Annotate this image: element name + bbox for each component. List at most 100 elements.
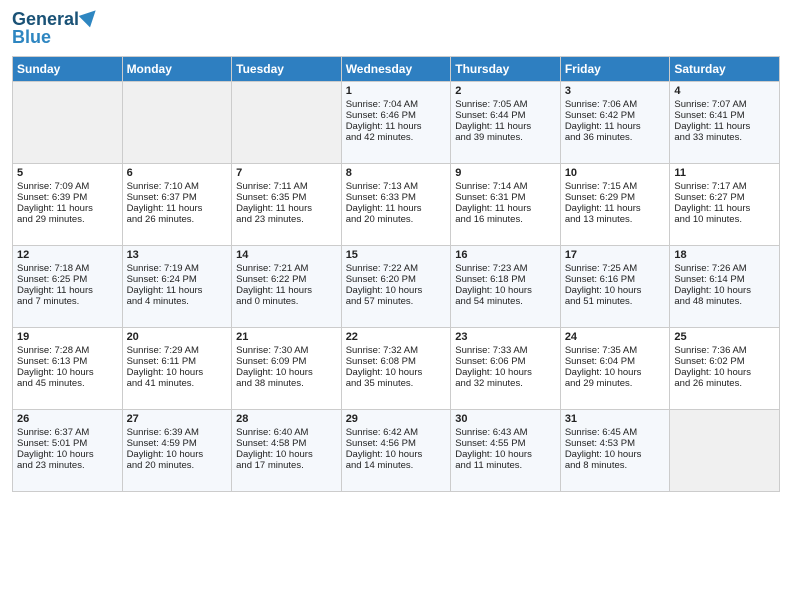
calendar-cell: 25Sunrise: 7:36 AMSunset: 6:02 PMDayligh… xyxy=(670,327,780,409)
day-info: Sunset: 6:25 PM xyxy=(17,274,118,285)
day-info: Sunrise: 7:32 AM xyxy=(346,345,447,356)
day-info: Daylight: 11 hours xyxy=(565,121,666,132)
day-info: Sunset: 6:42 PM xyxy=(565,110,666,121)
day-info: and 13 minutes. xyxy=(565,214,666,225)
day-info: Daylight: 10 hours xyxy=(236,449,337,460)
day-info: Sunset: 6:11 PM xyxy=(127,356,228,367)
logo-blue: Blue xyxy=(12,28,98,48)
day-info: Sunset: 4:59 PM xyxy=(127,438,228,449)
day-info: Sunrise: 7:15 AM xyxy=(565,181,666,192)
day-info: Daylight: 11 hours xyxy=(17,285,118,296)
day-info: Daylight: 10 hours xyxy=(17,367,118,378)
day-info: Daylight: 10 hours xyxy=(346,285,447,296)
week-row-1: 5Sunrise: 7:09 AMSunset: 6:39 PMDaylight… xyxy=(13,163,780,245)
day-info: and 23 minutes. xyxy=(17,460,118,471)
day-info: Sunrise: 6:37 AM xyxy=(17,427,118,438)
day-number: 17 xyxy=(565,249,666,261)
day-info: and 54 minutes. xyxy=(455,296,556,307)
day-info: Sunset: 6:04 PM xyxy=(565,356,666,367)
weekday-header-monday: Monday xyxy=(122,56,232,81)
week-row-0: 1Sunrise: 7:04 AMSunset: 6:46 PMDaylight… xyxy=(13,81,780,163)
calendar-cell: 6Sunrise: 7:10 AMSunset: 6:37 PMDaylight… xyxy=(122,163,232,245)
day-info: Sunset: 6:41 PM xyxy=(674,110,775,121)
day-info: Daylight: 11 hours xyxy=(346,203,447,214)
day-info: and 42 minutes. xyxy=(346,132,447,143)
day-info: Daylight: 11 hours xyxy=(236,203,337,214)
day-number: 26 xyxy=(17,413,118,425)
day-info: Sunrise: 7:10 AM xyxy=(127,181,228,192)
day-info: Sunrise: 7:30 AM xyxy=(236,345,337,356)
day-info: Daylight: 10 hours xyxy=(455,367,556,378)
day-info: Sunrise: 7:33 AM xyxy=(455,345,556,356)
day-info: Daylight: 10 hours xyxy=(565,449,666,460)
day-info: and 14 minutes. xyxy=(346,460,447,471)
day-info: Daylight: 10 hours xyxy=(674,367,775,378)
day-info: Sunset: 6:35 PM xyxy=(236,192,337,203)
day-info: Daylight: 10 hours xyxy=(455,449,556,460)
day-info: Sunset: 6:20 PM xyxy=(346,274,447,285)
day-info: Daylight: 11 hours xyxy=(346,121,447,132)
day-info: and 32 minutes. xyxy=(455,378,556,389)
day-info: Sunrise: 7:06 AM xyxy=(565,99,666,110)
day-info: Daylight: 10 hours xyxy=(236,367,337,378)
day-info: Sunrise: 7:26 AM xyxy=(674,263,775,274)
calendar-cell: 17Sunrise: 7:25 AMSunset: 6:16 PMDayligh… xyxy=(560,245,670,327)
week-row-2: 12Sunrise: 7:18 AMSunset: 6:25 PMDayligh… xyxy=(13,245,780,327)
day-info: and 0 minutes. xyxy=(236,296,337,307)
day-number: 29 xyxy=(346,413,447,425)
day-info: Sunset: 6:08 PM xyxy=(346,356,447,367)
day-number: 20 xyxy=(127,331,228,343)
calendar-cell: 23Sunrise: 7:33 AMSunset: 6:06 PMDayligh… xyxy=(451,327,561,409)
day-number: 19 xyxy=(17,331,118,343)
calendar-cell: 5Sunrise: 7:09 AMSunset: 6:39 PMDaylight… xyxy=(13,163,123,245)
day-info: Sunrise: 6:45 AM xyxy=(565,427,666,438)
weekday-header-friday: Friday xyxy=(560,56,670,81)
calendar-table: SundayMondayTuesdayWednesdayThursdayFrid… xyxy=(12,56,780,492)
day-info: Daylight: 11 hours xyxy=(565,203,666,214)
day-number: 2 xyxy=(455,85,556,97)
day-info: Sunset: 6:22 PM xyxy=(236,274,337,285)
calendar-cell: 9Sunrise: 7:14 AMSunset: 6:31 PMDaylight… xyxy=(451,163,561,245)
calendar-cell: 21Sunrise: 7:30 AMSunset: 6:09 PMDayligh… xyxy=(232,327,342,409)
calendar-cell: 1Sunrise: 7:04 AMSunset: 6:46 PMDaylight… xyxy=(341,81,451,163)
day-info: Sunrise: 7:28 AM xyxy=(17,345,118,356)
day-info: Sunset: 4:53 PM xyxy=(565,438,666,449)
day-info: Sunrise: 7:19 AM xyxy=(127,263,228,274)
day-info: Daylight: 11 hours xyxy=(17,203,118,214)
day-info: Sunrise: 7:17 AM xyxy=(674,181,775,192)
calendar-cell: 30Sunrise: 6:43 AMSunset: 4:55 PMDayligh… xyxy=(451,409,561,491)
day-info: Daylight: 11 hours xyxy=(127,285,228,296)
day-info: Sunset: 6:02 PM xyxy=(674,356,775,367)
calendar-cell: 20Sunrise: 7:29 AMSunset: 6:11 PMDayligh… xyxy=(122,327,232,409)
calendar-cell: 10Sunrise: 7:15 AMSunset: 6:29 PMDayligh… xyxy=(560,163,670,245)
day-info: Daylight: 10 hours xyxy=(346,449,447,460)
day-info: and 33 minutes. xyxy=(674,132,775,143)
day-number: 31 xyxy=(565,413,666,425)
day-number: 24 xyxy=(565,331,666,343)
day-info: and 41 minutes. xyxy=(127,378,228,389)
day-info: Daylight: 11 hours xyxy=(674,121,775,132)
calendar-cell xyxy=(670,409,780,491)
day-number: 5 xyxy=(17,167,118,179)
day-number: 10 xyxy=(565,167,666,179)
day-info: Sunrise: 6:39 AM xyxy=(127,427,228,438)
calendar-cell: 28Sunrise: 6:40 AMSunset: 4:58 PMDayligh… xyxy=(232,409,342,491)
day-info: Sunset: 6:24 PM xyxy=(127,274,228,285)
day-info: Daylight: 11 hours xyxy=(236,285,337,296)
day-info: Sunrise: 7:14 AM xyxy=(455,181,556,192)
day-info: and 4 minutes. xyxy=(127,296,228,307)
day-info: and 38 minutes. xyxy=(236,378,337,389)
day-info: Sunrise: 6:42 AM xyxy=(346,427,447,438)
weekday-header-sunday: Sunday xyxy=(13,56,123,81)
day-number: 11 xyxy=(674,167,775,179)
calendar-cell: 19Sunrise: 7:28 AMSunset: 6:13 PMDayligh… xyxy=(13,327,123,409)
header: General Blue xyxy=(12,10,780,48)
day-number: 3 xyxy=(565,85,666,97)
day-info: Daylight: 10 hours xyxy=(127,367,228,378)
day-info: Sunset: 6:18 PM xyxy=(455,274,556,285)
day-info: and 8 minutes. xyxy=(565,460,666,471)
day-info: Sunset: 6:46 PM xyxy=(346,110,447,121)
day-info: Daylight: 11 hours xyxy=(127,203,228,214)
day-info: and 39 minutes. xyxy=(455,132,556,143)
day-number: 28 xyxy=(236,413,337,425)
